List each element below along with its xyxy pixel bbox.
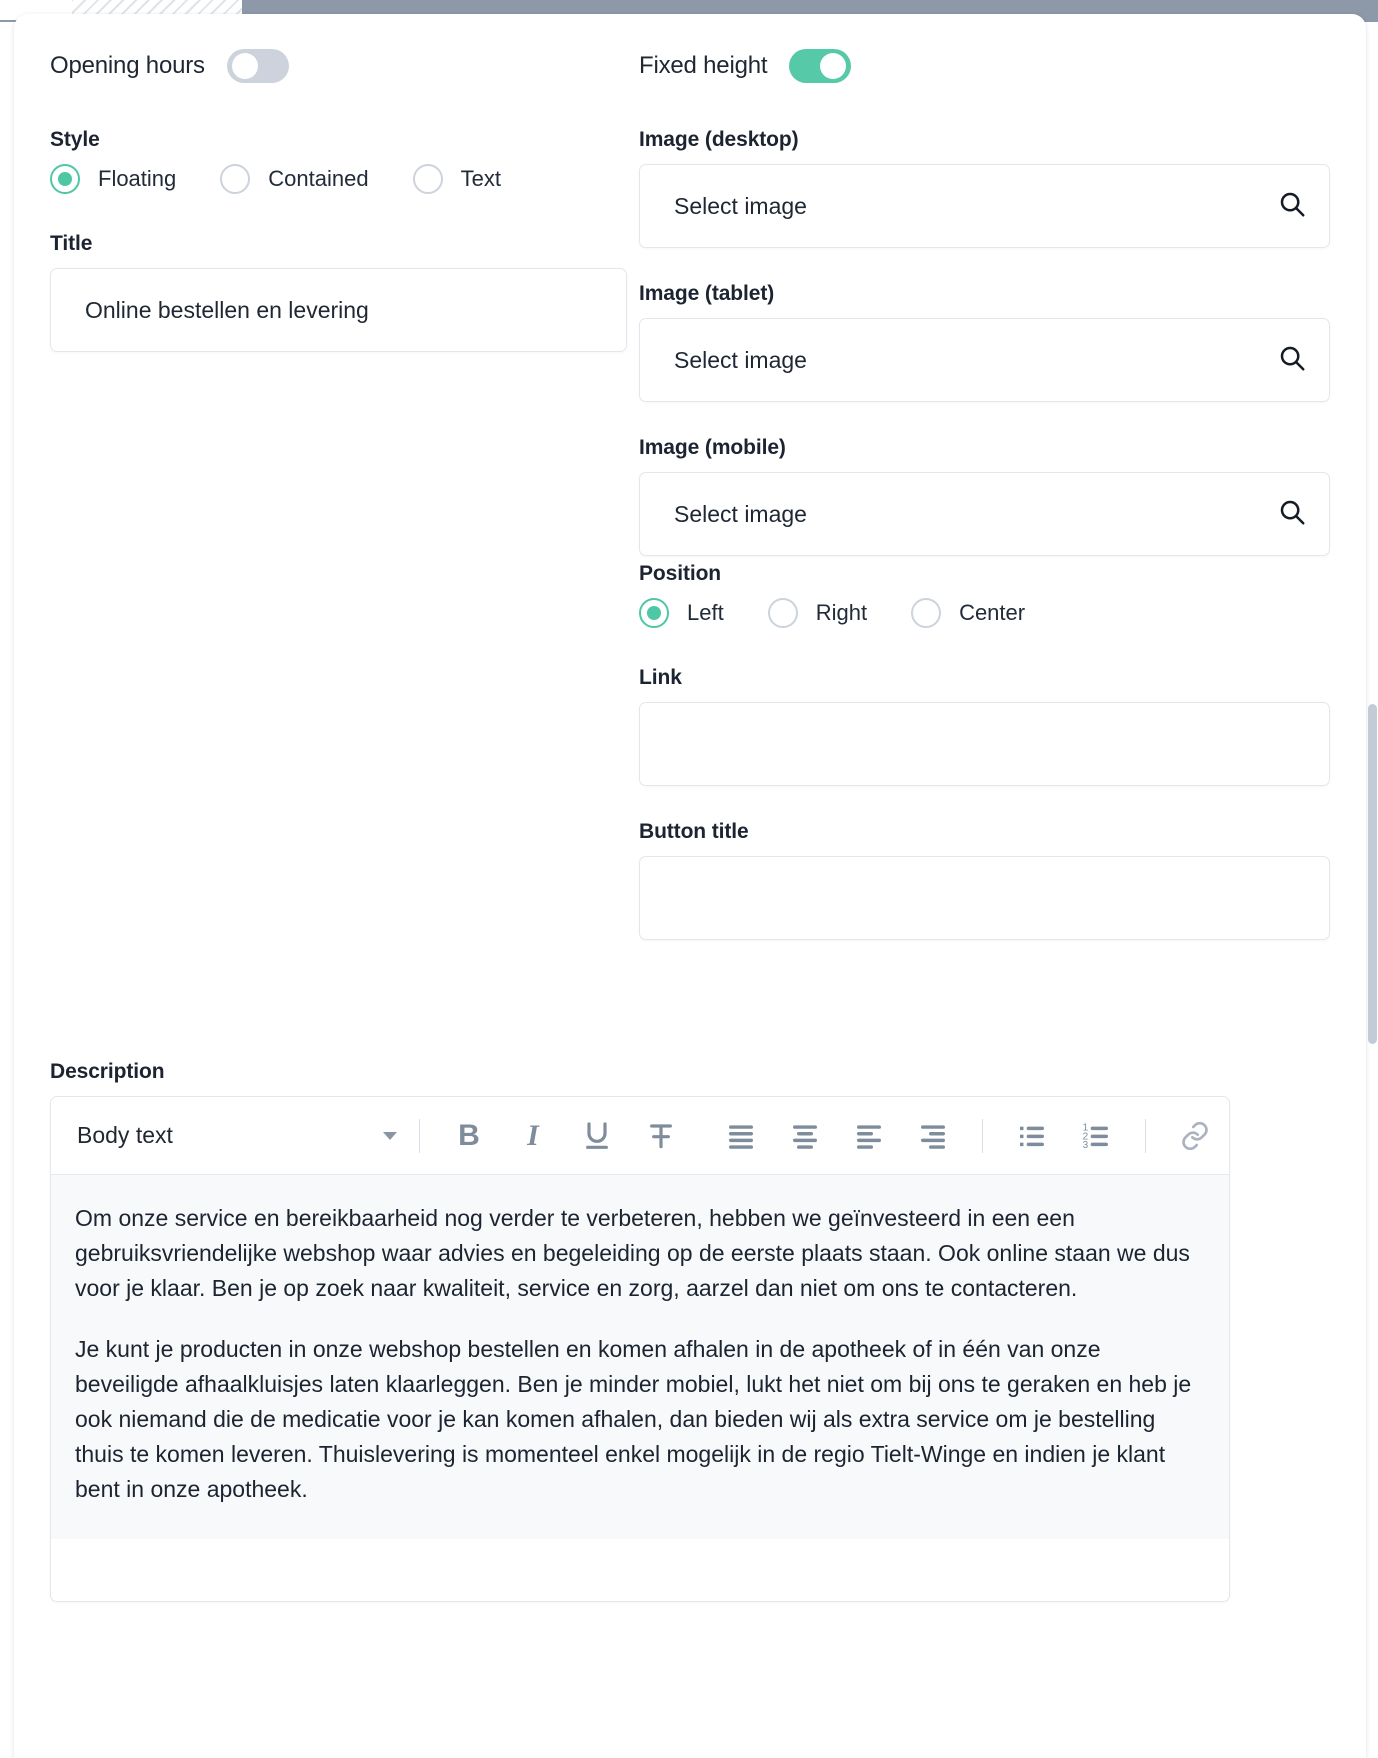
toolbar-divider (419, 1118, 420, 1153)
radio-icon[interactable] (639, 598, 669, 628)
image-mobile-select[interactable]: Select image (639, 472, 1330, 556)
editor-content-area[interactable]: Om onze service en bereikbaarheid nog ve… (51, 1175, 1229, 1539)
vertical-scrollbar-track[interactable] (1366, 24, 1378, 1758)
form-columns: Opening hours Style Floating Contained T… (14, 46, 1366, 974)
style-label: Style (50, 128, 100, 151)
position-option-label: Left (687, 600, 724, 625)
radio-icon[interactable] (911, 598, 942, 628)
radio-icon[interactable] (220, 164, 251, 194)
radio-icon[interactable] (767, 598, 798, 628)
title-input[interactable]: Online bestellen en levering (50, 268, 627, 352)
radio-icon[interactable] (412, 164, 443, 194)
style-radio-group: Floating Contained Text (50, 164, 627, 194)
svg-text:3: 3 (1083, 1140, 1089, 1151)
image-tablet-label: Image (tablet) (639, 282, 775, 305)
position-option-center[interactable]: Center (911, 598, 1025, 628)
underline-icon[interactable] (570, 1109, 624, 1163)
image-tablet-value: Select image (674, 346, 807, 373)
position-radio-group: Left Right Center (639, 598, 1330, 628)
settings-panel-body: Opening hours Style Floating Contained T… (14, 14, 1366, 1758)
text-style-dropdown[interactable]: Body text (77, 1122, 397, 1149)
description-paragraph: Je kunt je producten in onze webshop bes… (75, 1335, 1192, 1502)
button-title-label: Button title (639, 820, 749, 843)
link-icon[interactable] (1168, 1109, 1222, 1163)
form-column-right: Fixed height Image (desktop) Select imag… (639, 46, 1366, 974)
link-input[interactable] (639, 702, 1330, 786)
image-desktop-select[interactable]: Select image (639, 164, 1330, 248)
toggle-knob (231, 53, 258, 79)
align-left-icon[interactable] (842, 1109, 896, 1163)
style-option-label: Text (460, 166, 501, 191)
align-center-icon[interactable] (778, 1109, 832, 1163)
title-label: Title (50, 232, 93, 255)
toolbar-divider (1145, 1118, 1146, 1153)
image-mobile-value: Select image (674, 500, 807, 527)
search-icon[interactable] (1277, 343, 1307, 378)
rich-text-editor: Body text B I 1 2 3 Om onze service en b… (50, 1096, 1230, 1602)
image-desktop-value: Select image (674, 192, 807, 219)
description-section: Description Body text B I 1 2 3 Om onze … (50, 1060, 1230, 1602)
image-desktop-label: Image (desktop) (639, 128, 799, 151)
opening-hours-row: Opening hours (50, 46, 627, 86)
page-root: Opening hours Style Floating Contained T… (0, 0, 1378, 1758)
position-option-label: Right (815, 600, 868, 625)
chevron-down-icon (383, 1131, 397, 1140)
text-style-selected-value: Body text (77, 1122, 173, 1148)
form-column-left: Opening hours Style Floating Contained T… (14, 46, 639, 974)
fixed-height-label: Fixed height (639, 52, 768, 79)
image-mobile-label: Image (mobile) (639, 436, 786, 459)
search-icon[interactable] (1277, 189, 1307, 224)
style-option-label: Floating (98, 166, 177, 191)
strikethrough-icon[interactable] (634, 1109, 688, 1163)
style-option-text[interactable]: Text (412, 164, 501, 194)
description-label: Description (50, 1060, 165, 1083)
fixed-height-toggle[interactable] (789, 49, 852, 83)
toolbar-divider (982, 1118, 983, 1153)
fixed-height-row: Fixed height (639, 46, 1330, 86)
numbered-list-icon[interactable]: 1 2 3 (1069, 1109, 1123, 1163)
opening-hours-label: Opening hours (50, 52, 205, 79)
align-right-icon[interactable] (906, 1109, 960, 1163)
link-label: Link (639, 666, 682, 689)
style-option-floating[interactable]: Floating (50, 164, 176, 194)
button-title-input[interactable] (639, 856, 1330, 940)
style-option-label: Contained (268, 166, 369, 191)
settings-panel-card: Opening hours Style Floating Contained T… (14, 14, 1366, 1758)
bold-icon[interactable]: B (442, 1109, 496, 1163)
editor-footer (51, 1538, 1229, 1601)
radio-icon[interactable] (50, 164, 80, 194)
italic-icon[interactable]: I (506, 1109, 560, 1163)
style-option-contained[interactable]: Contained (220, 164, 369, 194)
bullet-list-icon[interactable] (1005, 1109, 1059, 1163)
description-paragraph: Om onze service en bereikbaarheid nog ve… (75, 1205, 1190, 1301)
position-option-label: Center (959, 600, 1026, 625)
position-option-left[interactable]: Left (639, 598, 724, 628)
toggle-knob (820, 53, 847, 79)
position-option-right[interactable]: Right (767, 598, 868, 628)
title-input-value: Online bestellen en levering (85, 296, 369, 323)
align-justify-icon[interactable] (714, 1109, 768, 1163)
position-label: Position (639, 562, 722, 585)
image-tablet-select[interactable]: Select image (639, 318, 1330, 402)
vertical-scrollbar-thumb[interactable] (1368, 704, 1377, 1044)
search-icon[interactable] (1277, 497, 1307, 532)
opening-hours-toggle[interactable] (226, 49, 289, 83)
editor-toolbar: Body text B I 1 2 3 (51, 1097, 1229, 1175)
